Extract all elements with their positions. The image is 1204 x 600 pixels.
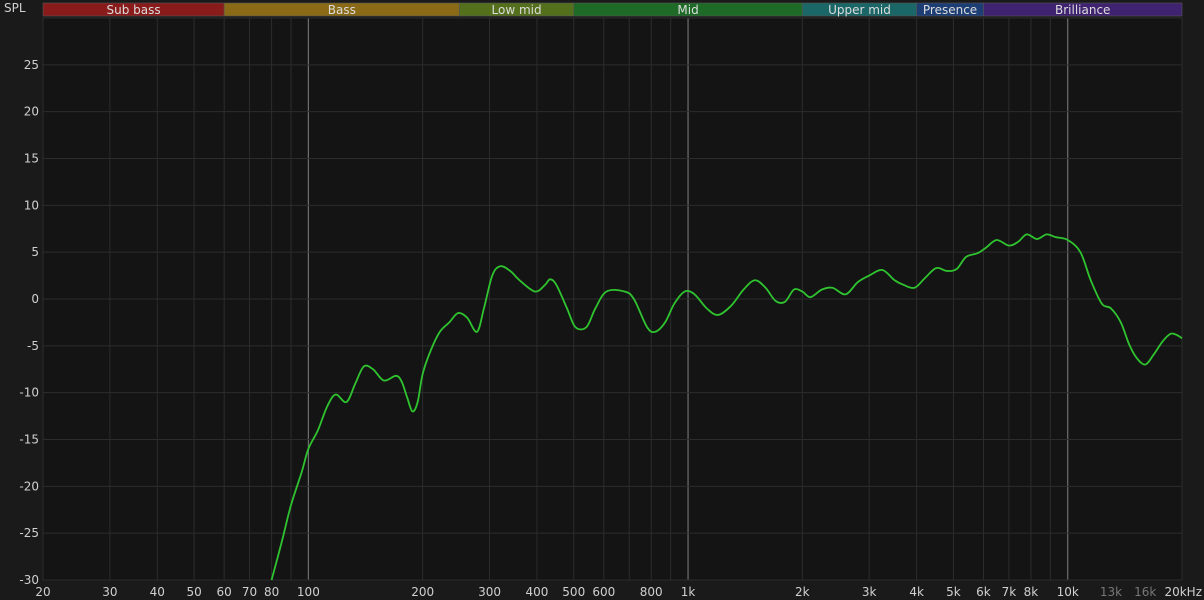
y-tick-label: 5: [31, 245, 39, 259]
frequency-band-bar: Sub bass Bass Low mid Mid Upper mid Presence B…: [42, 2, 1183, 17]
x-tick-label: 800: [640, 585, 663, 599]
x-tick-label: 40: [150, 585, 165, 599]
y-tick-label: 0: [31, 292, 39, 306]
x-tick-label: 5k: [946, 585, 961, 599]
y-tick-label: 10: [24, 198, 39, 212]
frequency-band-label: Brilliance: [1055, 3, 1110, 17]
y-tick-label: -5: [27, 339, 39, 353]
frequency-band-label: Upper mid: [828, 3, 891, 17]
x-tick-label: 400: [526, 585, 549, 599]
x-tick-label: 80: [264, 585, 279, 599]
frequency-band-label: Bass: [328, 3, 356, 17]
x-tick-label: 8k: [1024, 585, 1039, 599]
y-tick-label: 15: [24, 152, 39, 166]
x-tick-label: 20kHz: [1164, 585, 1202, 599]
x-tick-label: 16k: [1134, 585, 1156, 599]
x-tick-label: 500: [562, 585, 585, 599]
x-tick-label: 6k: [976, 585, 991, 599]
x-tick-label: 7k: [1002, 585, 1017, 599]
x-tick-label: 70: [242, 585, 257, 599]
x-tick-label: 30: [102, 585, 117, 599]
x-tick-label: 2k: [795, 585, 810, 599]
frequency-band-label: Presence: [923, 3, 977, 17]
frequency-band-label: Mid: [677, 3, 698, 17]
x-tick-label: 300: [478, 585, 501, 599]
y-tick-label: -10: [19, 386, 39, 400]
frequency-band-label: Low mid: [492, 3, 542, 17]
y-tick-label: -15: [19, 433, 39, 447]
x-tick-label: 100: [297, 585, 320, 599]
x-tick-label: 3k: [862, 585, 877, 599]
x-tick-label: 60: [217, 585, 232, 599]
y-tick-label: -20: [19, 479, 39, 493]
x-tick-label: 20: [35, 585, 50, 599]
x-tick-label: 4k: [909, 585, 924, 599]
y-axis-label: SPL: [4, 1, 26, 15]
frequency-band-label: Sub bass: [107, 3, 161, 17]
y-tick-label: -25: [19, 526, 39, 540]
x-tick-label: 10k: [1057, 585, 1079, 599]
y-tick-label: 25: [24, 58, 39, 72]
x-tick-label: 200: [411, 585, 434, 599]
x-tick-label: 1k: [681, 585, 696, 599]
y-tick-label: 20: [24, 105, 39, 119]
x-tick-label: 600: [592, 585, 615, 599]
x-tick-label: 50: [186, 585, 201, 599]
x-tick-label: 13k: [1100, 585, 1122, 599]
frequency-response-chart: Sub bass Bass Low mid Mid Upper mid Presence B…: [0, 0, 1204, 600]
